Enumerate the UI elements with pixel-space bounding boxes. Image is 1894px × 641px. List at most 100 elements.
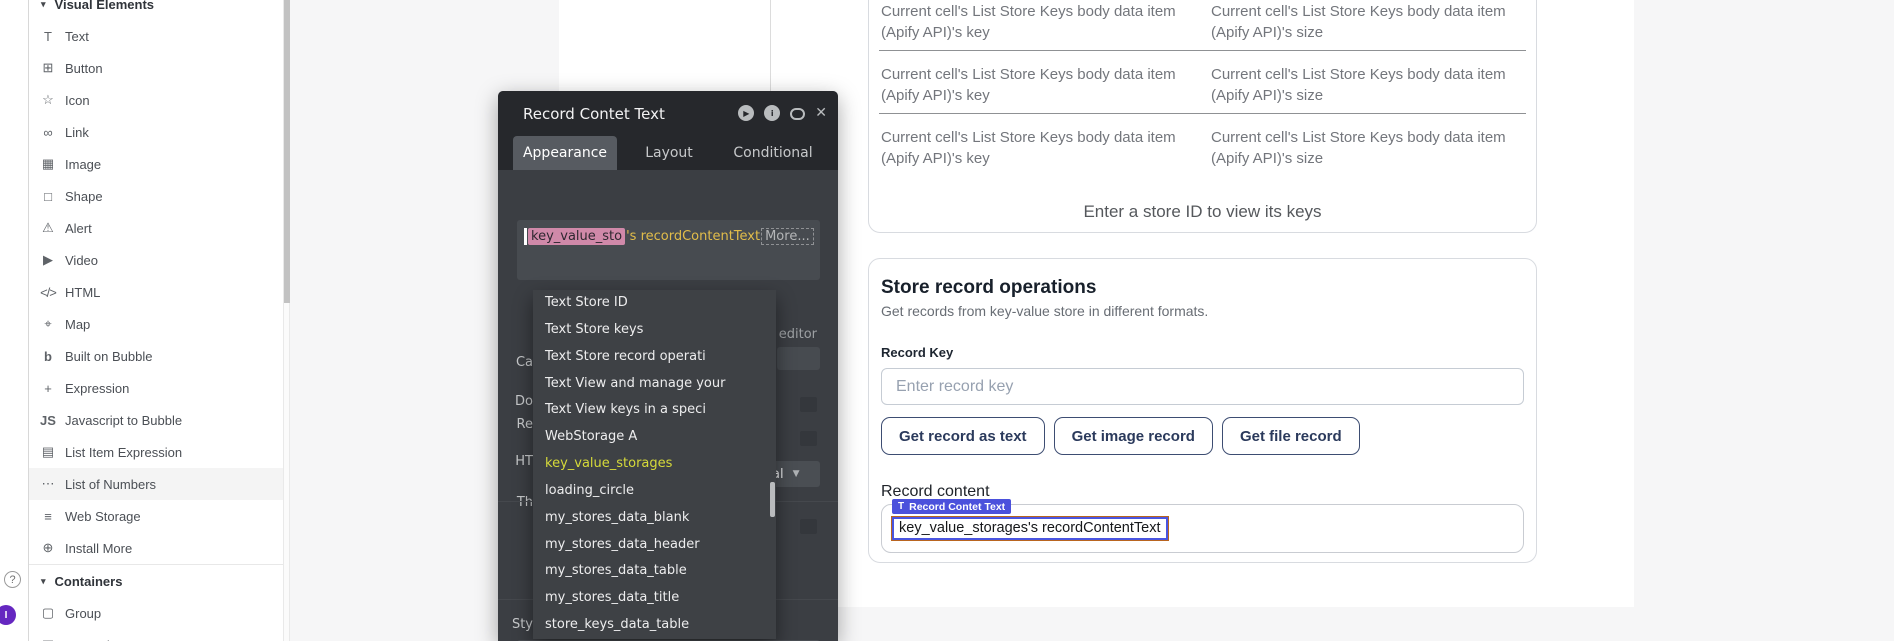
- autocomplete-option[interactable]: store_keys_data_table: [533, 612, 776, 639]
- sidebar-item-label: Button: [65, 61, 103, 76]
- sidebar-item-label: List Item Expression: [65, 445, 182, 460]
- key-cell: Current cell's List Store Keys body data…: [881, 127, 1211, 169]
- record-buttons-row: Get record as text Get image record Get …: [881, 417, 1524, 455]
- sidebar-item-label: Text: [65, 29, 89, 44]
- close-icon[interactable]: ✕: [815, 105, 827, 121]
- repeating-group-icon: ▦: [39, 637, 57, 641]
- autocomplete-option[interactable]: Text Store record operati: [533, 344, 776, 371]
- modal-tab[interactable]: Appearance: [513, 136, 617, 170]
- sidebar-item[interactable]: ▢ Group: [29, 597, 283, 629]
- autocomplete-option[interactable]: my_stores_data_title: [533, 585, 776, 612]
- clipped-label: Do: [515, 394, 533, 409]
- sidebar-item-label: Web Storage: [65, 509, 141, 524]
- checkbox[interactable]: [800, 431, 817, 446]
- table-row: Current cell's List Store Keys body data…: [879, 114, 1526, 176]
- containers-header[interactable]: ▾ Containers: [29, 565, 283, 597]
- modal-header[interactable]: Record Contet Text ▶ i ✕: [498, 91, 838, 136]
- text-icon: T: [39, 29, 57, 44]
- modal-tab[interactable]: Conditional: [721, 136, 825, 170]
- content-expression-field[interactable]: key_value_sto 's recordContentText More.…: [517, 220, 820, 280]
- info-icon[interactable]: i: [764, 105, 780, 121]
- size-cell: Current cell's List Store Keys body data…: [1211, 1, 1524, 43]
- checkbox[interactable]: [800, 519, 817, 534]
- install-more-icon: ⊕: [39, 540, 57, 556]
- sidebar-item[interactable]: JS Javascript to Bubble: [29, 404, 283, 436]
- autocomplete-option[interactable]: WebStorage A: [533, 424, 776, 451]
- sidebar-item[interactable]: b Built on Bubble: [29, 340, 283, 372]
- alert-icon: ⚠: [39, 220, 57, 236]
- sidebar-item[interactable]: ∞ Link: [29, 116, 283, 148]
- sidebar-item[interactable]: ▶ Video: [29, 244, 283, 276]
- key-cell: Current cell's List Store Keys body data…: [881, 64, 1211, 106]
- visual-elements-header[interactable]: ▾ Visual Elements: [29, 0, 283, 20]
- sidebar-item[interactable]: + Expression: [29, 372, 283, 404]
- expression-more-button[interactable]: More...: [761, 228, 814, 245]
- comment-icon[interactable]: [790, 108, 805, 120]
- autocomplete-option[interactable]: Text View and manage your: [533, 371, 776, 398]
- clipped-label: Th: [517, 495, 533, 510]
- video-icon: ▶: [39, 252, 57, 268]
- sidebar-item[interactable]: ≡ Web Storage: [29, 500, 283, 532]
- autocomplete-dropdown: Text Store ID Text Store keys Text Store…: [533, 290, 776, 639]
- sidebar-item[interactable]: ▤ List Item Expression: [29, 436, 283, 468]
- record-key-input[interactable]: [881, 368, 1524, 405]
- autocomplete-option[interactable]: Text View keys in a speci: [533, 397, 776, 424]
- text-cursor: [524, 228, 527, 245]
- get-record-button[interactable]: Get image record: [1054, 417, 1213, 455]
- autocomplete-option[interactable]: my_stores_data_header: [533, 532, 776, 559]
- help-button[interactable]: ?: [4, 571, 21, 588]
- sidebar-item[interactable]: ▦ Repeating Group: [29, 629, 283, 641]
- clipped-label: Re: [517, 417, 533, 432]
- text-element-icon: T: [898, 501, 904, 512]
- autocomplete-option[interactable]: my_stores_data_blank: [533, 505, 776, 532]
- image-icon: ▦: [39, 156, 57, 172]
- empty-state-message: Enter a store ID to view its keys: [869, 202, 1536, 222]
- table-row: Current cell's List Store Keys body data…: [879, 51, 1526, 114]
- sidebar-item[interactable]: ⋯ List of Numbers: [29, 468, 283, 500]
- table-row: Current cell's List Store Keys body data…: [879, 0, 1526, 51]
- sidebar-item[interactable]: T Text: [29, 20, 283, 52]
- sidebar-item[interactable]: ⊕ Install More: [29, 532, 283, 564]
- sidebar-item[interactable]: ⊞ Button: [29, 52, 283, 84]
- bubble-editor: Current cell's List Store Keys body data…: [0, 0, 1894, 641]
- get-record-button[interactable]: Get file record: [1222, 417, 1360, 455]
- store-keys-rows: Current cell's List Store Keys body data…: [879, 0, 1526, 176]
- autocomplete-option[interactable]: loading_circle: [533, 478, 776, 505]
- style-label-fragment: Sty: [512, 617, 533, 632]
- visual-elements-header-label: Visual Elements: [55, 0, 154, 12]
- elements-sidebar: ▾ Visual Elements T Text ⊞ Button: [0, 0, 290, 641]
- dropdown-scrollbar-thumb[interactable]: [770, 482, 775, 517]
- list-item-expression-icon: ▤: [39, 444, 57, 460]
- checkbox[interactable]: [800, 397, 817, 412]
- record-key-label: Record Key: [881, 345, 1524, 360]
- autocomplete-option[interactable]: my_stores_data_table: [533, 558, 776, 585]
- clipped-control: [777, 347, 820, 370]
- sidebar-item-label: Repeating Group: [65, 638, 164, 641]
- selected-text-element[interactable]: key_value_storages's recordContentText: [892, 517, 1168, 540]
- sidebar-item[interactable]: ▦ Image: [29, 148, 283, 180]
- sidebar-scrollbar-thumb[interactable]: [284, 0, 290, 303]
- autocomplete-option[interactable]: Text Store keys: [533, 317, 776, 344]
- sidebar-item[interactable]: ⌖ Map: [29, 308, 283, 340]
- element-palette: ▾ Visual Elements T Text ⊞ Button: [29, 0, 283, 641]
- avatar[interactable]: I: [0, 605, 16, 625]
- clipped-label: Ca: [516, 355, 533, 370]
- autocomplete-option[interactable]: Text Store ID: [533, 290, 776, 317]
- sidebar-item-label: Alert: [65, 221, 92, 236]
- expression-line: key_value_sto 's recordContentText More.…: [524, 228, 814, 245]
- sidebar-item[interactable]: ⚠ Alert: [29, 212, 283, 244]
- sidebar-item-label: Expression: [65, 381, 129, 396]
- autocomplete-option[interactable]: key_value_storages: [533, 451, 776, 478]
- expression-rest[interactable]: 's recordContentText: [626, 229, 760, 244]
- sidebar-item[interactable]: □ Shape: [29, 180, 283, 212]
- modal-tab[interactable]: Layout: [617, 136, 721, 170]
- sidebar-item[interactable]: ☆ Icon: [29, 84, 283, 116]
- sidebar-item[interactable]: </> HTML: [29, 276, 283, 308]
- property-editor-modal: Record Contet Text ▶ i ✕ Appearance Layo…: [498, 91, 838, 641]
- link-icon: ∞: [39, 125, 57, 140]
- group-icon: ▢: [39, 605, 57, 621]
- selected-expression-token[interactable]: key_value_sto: [528, 228, 625, 245]
- get-record-button[interactable]: Get record as text: [881, 417, 1045, 455]
- preview-play-icon[interactable]: ▶: [738, 105, 754, 121]
- web-storage-icon: ≡: [39, 509, 57, 524]
